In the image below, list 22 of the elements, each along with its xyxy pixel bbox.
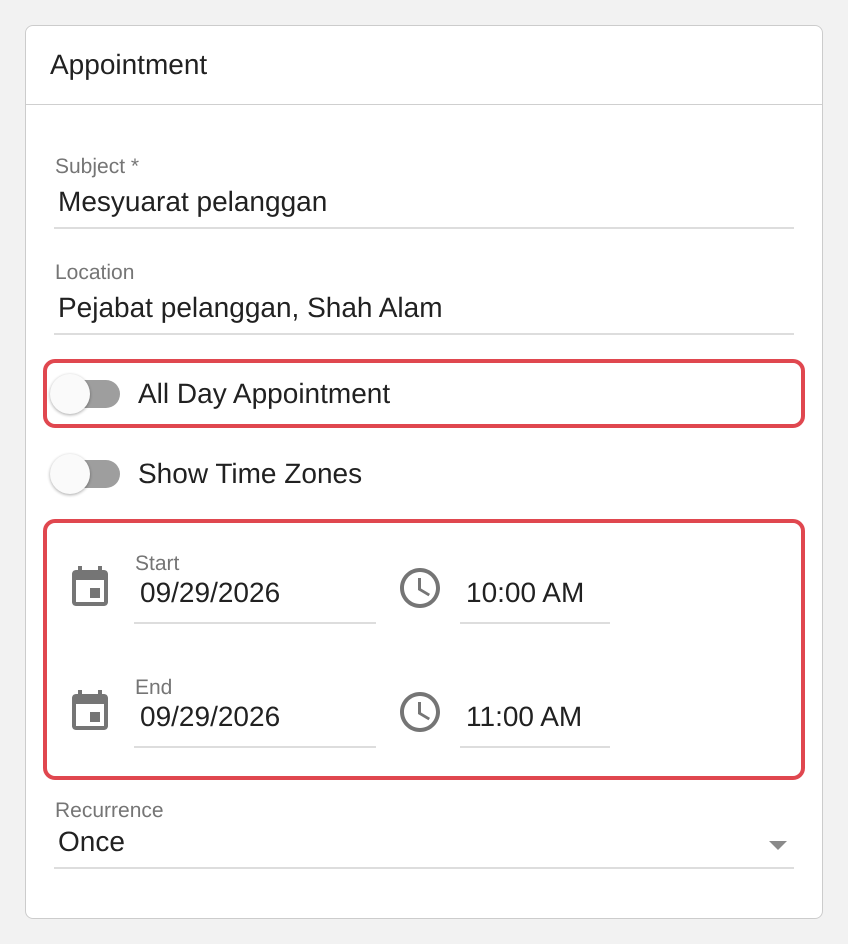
calendar-icon [72, 566, 108, 606]
card-title: Appointment [50, 48, 208, 82]
date-field[interactable]: 09/29/2026 [134, 576, 376, 624]
switch-label: All Day Appointment [138, 376, 390, 410]
calendar-icon [72, 690, 108, 730]
switch-label: Show Time Zones [138, 456, 362, 490]
field-label: Recurrence [54, 799, 165, 823]
caret-icon [769, 840, 787, 850]
time-field[interactable]: 11:00 AM [460, 700, 610, 748]
text-field[interactable]: Mesyuarat pelanggan [54, 185, 794, 229]
field-label: Location [54, 261, 136, 285]
date-field[interactable]: 09/29/2026 [134, 700, 376, 748]
toggle-switch[interactable] [50, 454, 120, 494]
text-field[interactable]: Pejabat pelanggan, Shah Alam [54, 291, 794, 335]
clock-icon [400, 692, 440, 732]
clock-icon [400, 568, 440, 608]
recurrence-select[interactable]: Once [54, 825, 794, 869]
field-label: Subject * [54, 155, 140, 179]
field-label: Start [134, 552, 180, 576]
toggle-switch[interactable] [50, 374, 120, 414]
time-field[interactable]: 10:00 AM [460, 576, 610, 624]
field-label: End [134, 676, 174, 700]
